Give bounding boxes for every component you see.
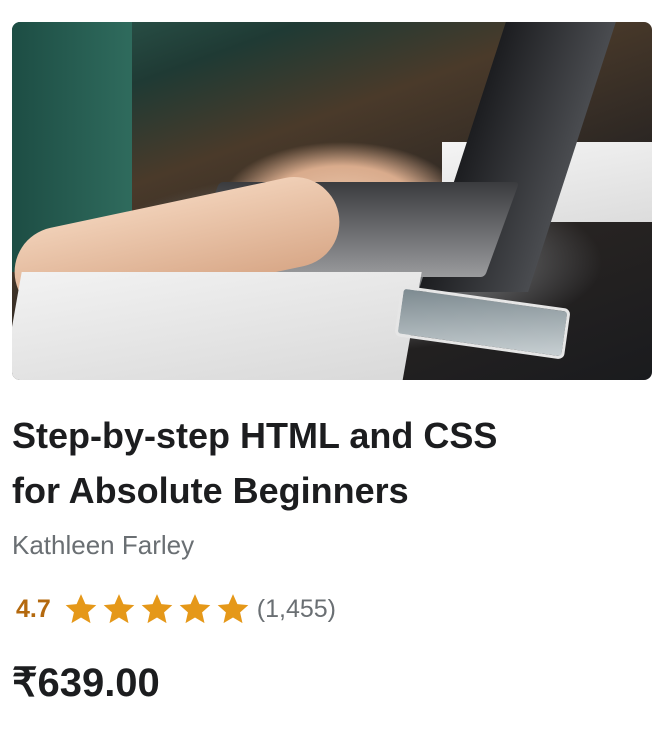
course-price: ₹639.00 [12,661,160,705]
photo-phone [394,285,571,360]
course-thumbnail[interactable] [12,22,652,380]
review-count: (1,455) [256,594,336,623]
course-author: Kathleen Farley [12,530,195,560]
course-title-line: Step-by-step HTML and CSS [12,415,498,456]
course-rating: 4.7 (1,455) [16,592,336,626]
rating-stars [63,592,251,626]
photo-paper [12,272,422,380]
star-icon [179,594,211,624]
star-icon [141,594,173,624]
star-icon [217,594,249,624]
course-title[interactable]: Step-by-step HTML and CSS for Absolute B… [12,408,652,518]
course-title-line: for Absolute Beginners [12,470,409,511]
star-icon [65,594,97,624]
star-icon [103,594,135,624]
rating-score: 4.7 [16,594,51,623]
